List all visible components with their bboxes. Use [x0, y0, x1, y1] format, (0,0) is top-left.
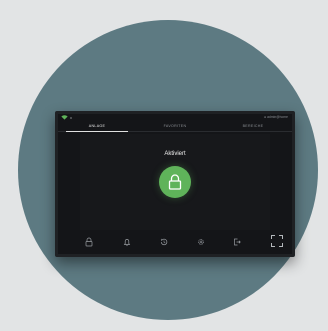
tablet-device: ● admin@home ANLAGE FAVORITEN BEREICHE A… [55, 111, 295, 257]
bottom-nav [58, 230, 292, 254]
lock-button[interactable] [159, 166, 191, 198]
screen: ● admin@home ANLAGE FAVORITEN BEREICHE A… [58, 114, 292, 254]
gear-icon[interactable] [196, 237, 206, 247]
main-area: Aktiviert [58, 132, 292, 230]
status-title: Aktiviert [164, 151, 186, 157]
tab-favoriten[interactable]: FAVORITEN [136, 123, 214, 131]
tab-bar: ANLAGE FAVORITEN BEREICHE [58, 123, 292, 132]
lock-icon [168, 174, 182, 190]
lock-icon[interactable] [84, 237, 94, 247]
top-bar: ● admin@home [58, 114, 292, 123]
user-label[interactable]: ● admin@home [264, 115, 288, 119]
history-icon[interactable] [159, 237, 169, 247]
tab-bereiche[interactable]: BEREICHE [214, 123, 292, 131]
status-dot [70, 117, 72, 119]
bell-icon[interactable] [122, 237, 132, 247]
wifi-icon [61, 115, 68, 120]
logout-icon[interactable] [232, 237, 242, 247]
status-panel: Aktiviert [80, 134, 270, 230]
tab-anlage[interactable]: ANLAGE [58, 123, 136, 132]
fullscreen-icon[interactable] [270, 234, 284, 248]
